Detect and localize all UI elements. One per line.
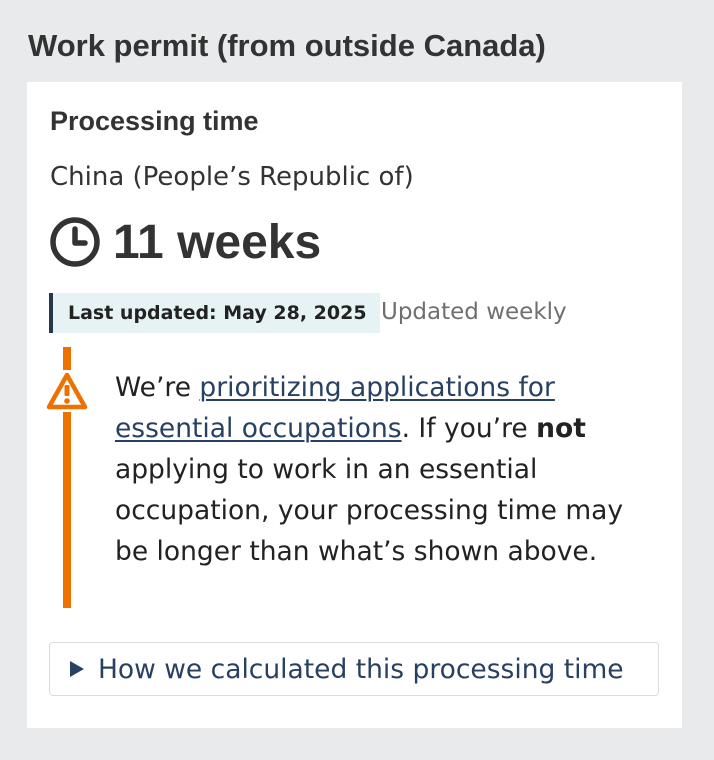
warning-icon	[44, 370, 90, 412]
essential-occupations-notice: We’re prioritizing applications for esse…	[115, 367, 655, 572]
clock-icon	[49, 216, 101, 268]
processing-time-heading: Processing time	[50, 106, 259, 136]
processing-time-row: 11 weeks	[49, 212, 321, 272]
page-title: Work permit (from outside Canada)	[28, 28, 546, 63]
notice-suffix: applying to work in an essential occupat…	[115, 454, 624, 567]
how-calculated-label: How we calculated this processing time	[98, 653, 624, 685]
triangle-right-icon	[70, 661, 84, 677]
last-updated-badge: Last updated: May 28, 2025	[49, 293, 380, 333]
country-name: China (People’s Republic of)	[50, 162, 414, 192]
notice-prefix: We’re	[115, 372, 200, 403]
update-frequency: Updated weekly	[381, 299, 567, 325]
notice-emphasis: not	[536, 413, 586, 444]
processing-time-card: Processing time China (People’s Republic…	[27, 82, 682, 728]
notice-after-link: . If you’re	[401, 413, 537, 444]
processing-time-value: 11 weeks	[113, 215, 322, 269]
how-calculated-toggle[interactable]: How we calculated this processing time	[49, 642, 659, 696]
